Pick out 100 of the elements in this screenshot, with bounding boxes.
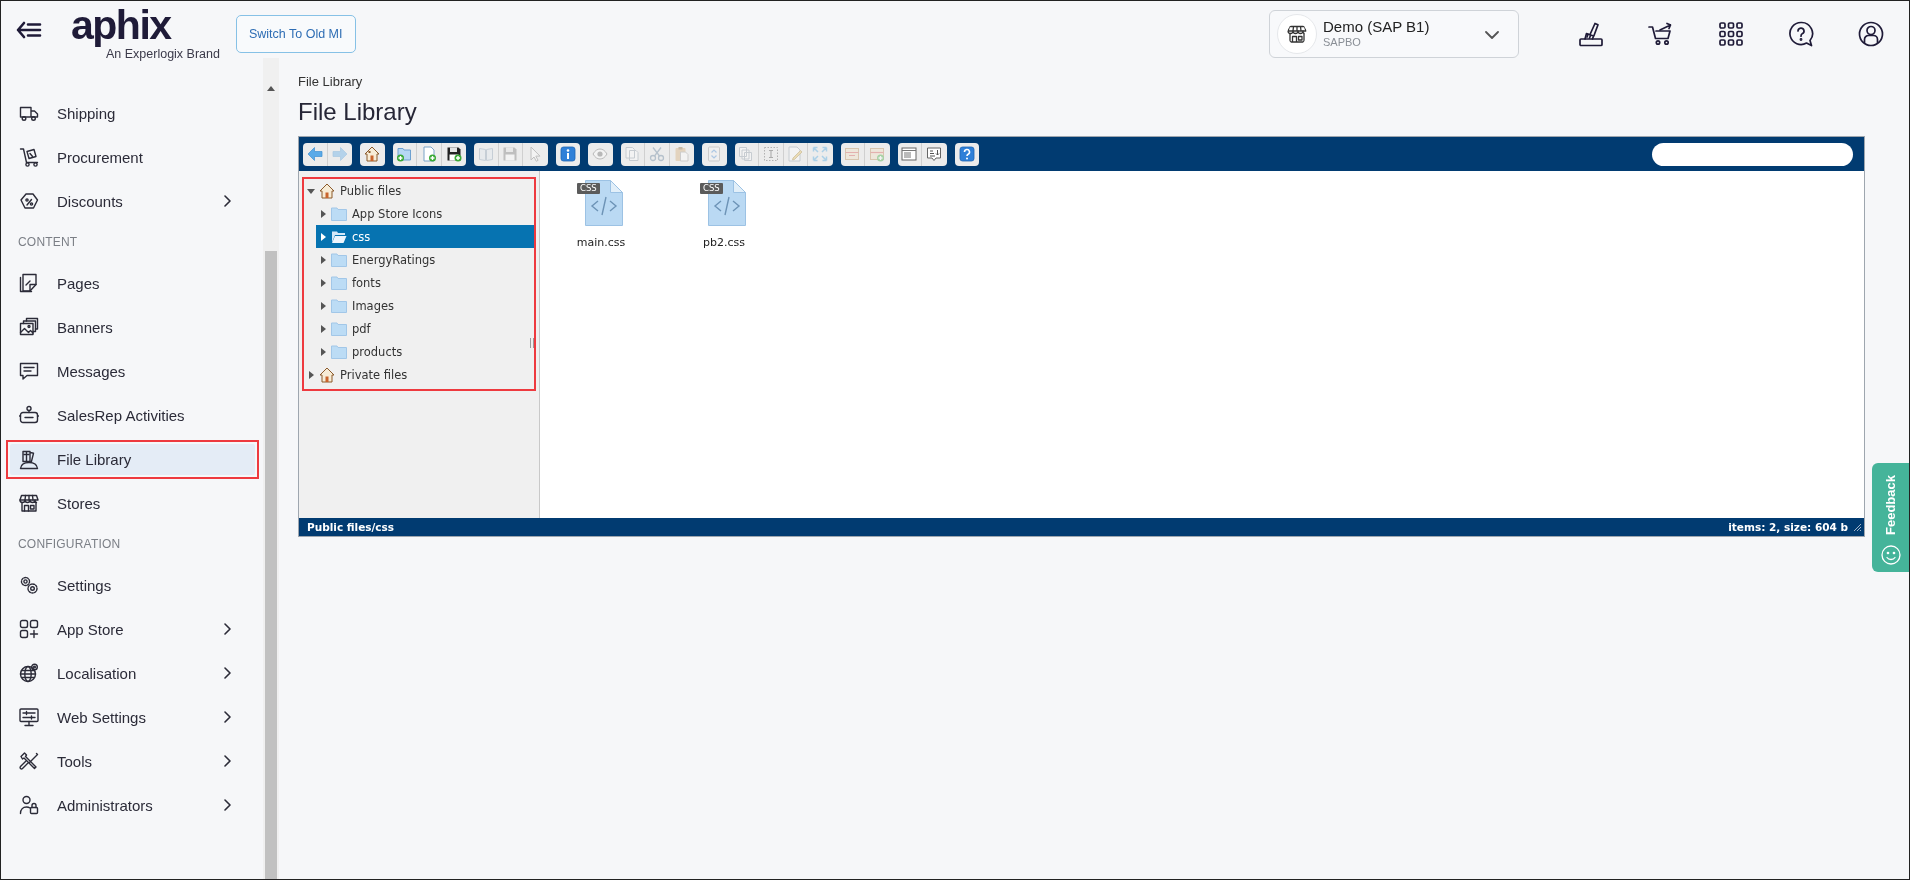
logo-tagline: An Experlogix Brand	[105, 48, 220, 61]
folder-icon	[331, 298, 347, 313]
sidebar-item[interactable]: SalesRep Activities	[9, 395, 255, 435]
breadcrumb-item: File Library	[298, 74, 363, 90]
library-book-icon	[19, 449, 39, 470]
toolbar-button[interactable]	[555, 142, 580, 166]
house-icon	[319, 366, 335, 383]
file-name[interactable]: main.css	[576, 236, 626, 250]
store-switcher[interactable]: Demo (SAP B1) SAPBO	[1269, 9, 1519, 58]
storefront-icon	[1277, 13, 1317, 54]
toolbar-button[interactable]	[954, 142, 979, 166]
cart-icon[interactable]	[1648, 20, 1674, 47]
discount-tag-icon	[19, 191, 39, 211]
folder-icon	[331, 206, 347, 221]
expand-arrow-icon[interactable]	[319, 209, 327, 218]
page-title: File Library	[298, 97, 418, 127]
user-lock-icon	[19, 795, 39, 815]
sidebar-item[interactable]: Web Settings	[9, 697, 255, 737]
hand-truck-icon	[19, 147, 39, 167]
tree-item[interactable]: Public files	[304, 179, 534, 202]
file-plus-icon	[420, 146, 437, 162]
toolbar-button[interactable]	[360, 142, 385, 166]
expand-arrow-icon[interactable]	[319, 232, 327, 241]
sidebar-item[interactable]: Administrators	[9, 785, 255, 825]
sidebar-item[interactable]: Discounts	[9, 181, 255, 221]
expand-arrow-icon[interactable]	[307, 370, 315, 379]
eye-icon	[592, 146, 609, 162]
logo-wordmark: aphix	[71, 2, 171, 48]
tree-item[interactable]: pdf	[316, 317, 534, 340]
toolbar-button[interactable]	[303, 142, 328, 166]
switch-button[interactable]: Switch To Old MI	[235, 14, 356, 53]
sidebar-item[interactable]: Shipping	[9, 93, 255, 133]
tree-item[interactable]: fonts	[316, 271, 534, 294]
toolbar-button[interactable]	[417, 142, 442, 166]
search-field[interactable]	[1652, 142, 1853, 166]
folder-icon	[331, 344, 347, 359]
scroll-up-arrow-icon[interactable]	[267, 86, 275, 91]
collapse-menu-icon[interactable]	[16, 20, 42, 39]
sidebar-item[interactable]: Messages	[9, 351, 255, 391]
clipboard-icon	[673, 146, 690, 162]
sidebar-item[interactable]: Stores	[9, 483, 255, 523]
toolbar-button[interactable]	[897, 142, 922, 166]
apps-grid-icon[interactable]	[1718, 20, 1744, 47]
house-icon	[364, 146, 381, 162]
sidebar-item[interactable]: File Library	[10, 444, 255, 475]
help-icon	[958, 146, 975, 162]
pencil-page-icon	[787, 146, 804, 162]
sidebar-item[interactable]: Pages	[9, 263, 255, 303]
sidebar-item[interactable]: App Store	[9, 609, 255, 649]
sidebar-item[interactable]: Tools	[9, 741, 255, 781]
expand-arrow-icon[interactable]	[319, 278, 327, 287]
file-type-badge: CSS	[577, 183, 600, 194]
sidebar-item[interactable]: Localisation	[9, 653, 255, 693]
expand-arrow-icon[interactable]	[319, 301, 327, 310]
resize-grip-icon[interactable]	[1854, 523, 1861, 531]
file-name[interactable]: pb2.css	[703, 236, 745, 250]
expand-arrows-icon	[812, 146, 829, 162]
book-icon	[477, 146, 494, 162]
smiley-icon	[1880, 545, 1901, 565]
expand-arrow-icon[interactable]	[319, 324, 327, 333]
stacked-pages-icon	[738, 146, 755, 162]
expand-arrow-icon[interactable]	[307, 186, 315, 195]
splitter-handle-icon[interactable]	[530, 338, 534, 348]
box-icon	[844, 146, 861, 162]
folder-icon	[331, 321, 347, 336]
folder-plus-icon	[396, 146, 413, 162]
box-plus-icon	[869, 146, 886, 162]
brush-icon[interactable]	[1578, 20, 1604, 47]
floppy-plus-icon	[445, 146, 462, 162]
apps-icon	[19, 619, 39, 639]
robot-icon	[19, 405, 39, 425]
tree-item[interactable]: Images	[316, 294, 534, 317]
tree-item[interactable]: Private files	[304, 363, 534, 386]
expand-arrow-icon[interactable]	[319, 255, 327, 264]
monitor-icon	[19, 707, 39, 727]
folder-icon	[331, 252, 347, 267]
toolbar-button[interactable]	[922, 142, 947, 166]
status-summary: items: 2, size: 604 b	[1728, 521, 1848, 533]
tree-item[interactable]: EnergyRatings	[316, 248, 534, 271]
images-icon	[19, 317, 39, 337]
expand-arrow-icon[interactable]	[319, 347, 327, 356]
page-arrows-icon	[706, 146, 723, 162]
sidebar-item[interactable]: Settings	[9, 565, 255, 605]
help-icon[interactable]	[1788, 20, 1814, 47]
tree-item[interactable]: App Store Icons	[316, 202, 534, 225]
store-code: SAPBO	[1323, 36, 1362, 49]
sidebar-item[interactable]: Procurement	[9, 137, 255, 177]
left-arrow-icon	[306, 146, 323, 162]
file-type-badge: CSS	[700, 183, 723, 194]
sort-icon	[926, 146, 943, 162]
scissors-icon	[648, 146, 665, 162]
toolbar-button[interactable]	[441, 142, 466, 166]
section-heading: CONTENT	[17, 234, 79, 251]
sidebar-item[interactable]: Banners	[9, 307, 255, 347]
user-account-icon[interactable]	[1858, 20, 1884, 47]
toolbar-button[interactable]	[392, 142, 417, 166]
chevron-down-icon	[1485, 30, 1499, 39]
scrollbar-thumb[interactable]	[265, 251, 277, 879]
tree-item[interactable]: products	[316, 340, 534, 363]
tree-item[interactable]: css	[316, 225, 534, 248]
